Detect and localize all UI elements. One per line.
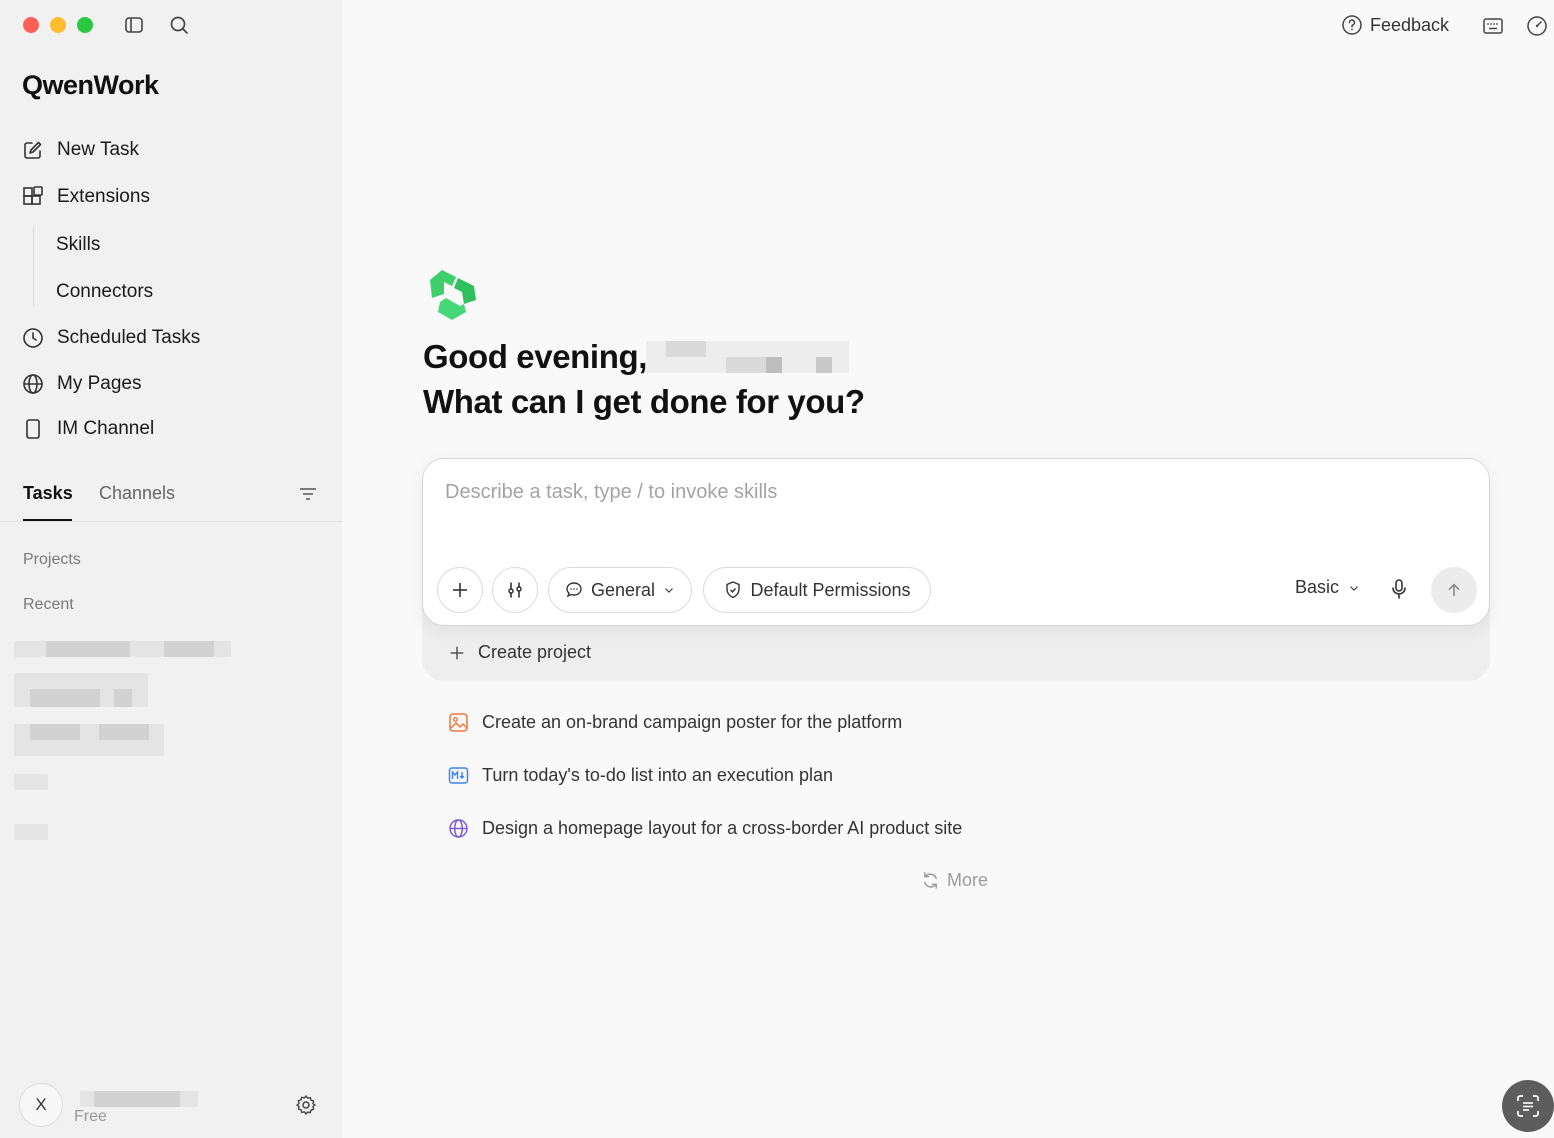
nav-extensions[interactable]: Extensions — [22, 183, 150, 211]
nav-connectors[interactable]: Connectors — [56, 278, 153, 306]
help-circle-icon — [1342, 15, 1362, 35]
recent-task-item[interactable] — [14, 824, 48, 840]
permissions-label: Default Permissions — [750, 579, 911, 600]
permissions-select[interactable]: Default Permissions — [703, 567, 931, 613]
user-name-redacted — [646, 341, 849, 373]
minimize-window-button[interactable] — [50, 17, 66, 33]
send-button[interactable] — [1431, 567, 1477, 613]
refresh-icon — [924, 872, 937, 889]
user-plan: Free — [74, 1108, 107, 1125]
feedback-label: Feedback — [1370, 14, 1450, 35]
avatar[interactable]: X — [19, 1083, 63, 1127]
clock-icon — [23, 328, 43, 348]
recent-task-item[interactable] — [14, 774, 48, 790]
nav-label: IM Channel — [57, 418, 155, 439]
screenshot-assist-button[interactable] — [1502, 1080, 1554, 1132]
more-label: More — [947, 870, 989, 890]
plus-icon — [450, 646, 464, 659]
add-attachment-button[interactable] — [437, 567, 483, 613]
model-select[interactable]: Basic — [1295, 577, 1361, 598]
shield-icon — [726, 581, 741, 599]
mode-label: General — [590, 579, 656, 600]
app-logo-icon — [430, 270, 476, 320]
maximize-window-button[interactable] — [77, 17, 93, 33]
tab-channels[interactable]: Channels — [99, 483, 175, 504]
recent-task-item[interactable] — [14, 673, 148, 707]
recent-task-item[interactable] — [14, 641, 231, 657]
nav-label: My Pages — [57, 373, 142, 394]
window-controls — [23, 17, 93, 33]
keyboard-icon[interactable] — [1482, 15, 1504, 37]
tools-icon — [508, 582, 522, 598]
create-project-label: Create project — [478, 642, 592, 662]
mode-select[interactable]: General — [548, 567, 692, 613]
globe-icon — [449, 819, 468, 838]
suggestion-label: Design a homepage layout for a cross-bor… — [482, 818, 963, 838]
app-brand: QwenWork — [22, 70, 159, 100]
tab-tasks[interactable]: Tasks — [23, 483, 73, 521]
sidebar: QwenWork New Task Extensions Skills Conn… — [0, 0, 342, 1138]
filter-icon[interactable] — [298, 484, 318, 504]
suggestion-item[interactable]: Design a homepage layout for a cross-bor… — [448, 818, 962, 839]
nav-label: New Task — [57, 139, 140, 160]
suggestion-label: Turn today's to-do list into an executio… — [482, 765, 833, 785]
composer: General Default Permissions Basic — [422, 458, 1490, 626]
nav-new-task[interactable]: New Task — [22, 136, 139, 164]
chevron-down-icon — [665, 588, 673, 593]
scan-text-icon — [1517, 1095, 1539, 1117]
edit-icon — [24, 141, 42, 159]
image-icon — [449, 713, 468, 732]
search-icon[interactable] — [169, 15, 189, 35]
task-input[interactable] — [445, 481, 1445, 504]
nav-label: Scheduled Tasks — [57, 327, 201, 348]
chevron-down-icon — [1350, 585, 1358, 591]
sidebar-toggle-icon[interactable] — [124, 15, 144, 35]
model-label: Basic — [1295, 577, 1340, 597]
recent-section-label: Recent — [23, 596, 74, 613]
gear-icon[interactable] — [295, 1094, 317, 1116]
sidebar-tabs: Tasks Channels — [0, 480, 342, 522]
nav-skills[interactable]: Skills — [56, 231, 100, 259]
phone-icon — [26, 419, 40, 439]
recent-task-item[interactable] — [14, 724, 164, 756]
close-window-button[interactable] — [23, 17, 39, 33]
nav-label: Extensions — [57, 186, 150, 207]
speedometer-icon[interactable] — [1526, 15, 1548, 37]
feedback-button[interactable]: Feedback — [1341, 14, 1449, 36]
extensions-icon — [23, 186, 43, 205]
create-project-button[interactable]: Create project — [448, 642, 591, 663]
globe-icon — [23, 374, 43, 394]
user-name-redacted — [80, 1091, 198, 1107]
plus-icon — [453, 583, 467, 597]
markdown-icon — [448, 767, 469, 784]
suggestion-item[interactable]: Create an on-brand campaign poster for t… — [448, 712, 902, 733]
chat-bubble-icon — [566, 582, 582, 598]
suggestion-label: Create an on-brand campaign poster for t… — [482, 712, 903, 732]
greeting-line-2: What can I get done for you? — [423, 383, 865, 420]
projects-section-label[interactable]: Projects — [23, 551, 81, 569]
suggestion-item[interactable]: Turn today's to-do list into an executio… — [448, 765, 833, 786]
nav-im-channel[interactable]: IM Channel — [22, 415, 154, 443]
arrow-up-icon — [1448, 583, 1460, 597]
more-suggestions-button[interactable]: More — [921, 870, 988, 891]
microphone-icon[interactable] — [1387, 577, 1411, 601]
greeting-line-1: Good evening, — [423, 338, 647, 375]
sub-nav-divider — [33, 226, 34, 306]
nav-scheduled-tasks[interactable]: Scheduled Tasks — [22, 324, 200, 352]
tools-button[interactable] — [492, 567, 538, 613]
nav-my-pages[interactable]: My Pages — [22, 370, 141, 398]
